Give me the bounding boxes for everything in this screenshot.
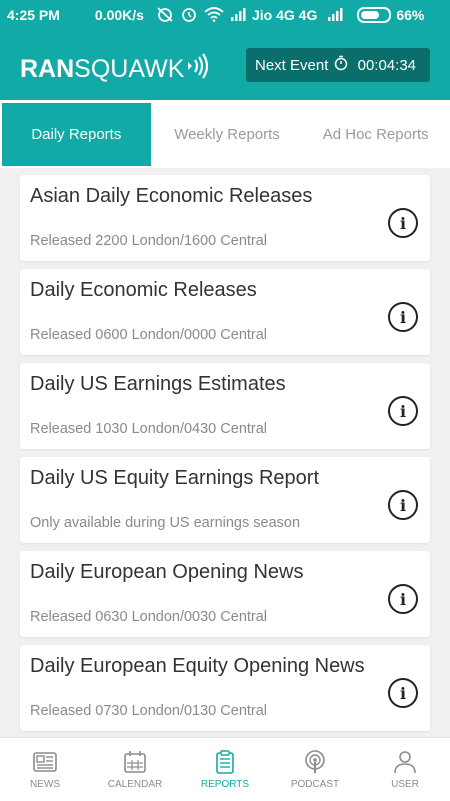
next-event-label: Next Event (255, 56, 329, 74)
stopwatch-icon (334, 55, 348, 75)
broadcast-icon (186, 52, 209, 87)
report-title: Asian Daily Economic Releases (30, 185, 313, 207)
event-countdown: 00:04:34 (357, 56, 416, 74)
status-time: 4:25 PM (7, 7, 60, 23)
nav-calendar-label: CALENDAR (107, 778, 163, 790)
nav-podcast[interactable]: PODCAST (270, 738, 360, 801)
alarm-icon (180, 6, 198, 25)
tab-ad-hoc-reports[interactable]: Ad Hoc Reports (301, 100, 450, 168)
battery-level: 66% (396, 7, 425, 23)
tab-daily-reports[interactable]: Daily Reports (2, 103, 151, 166)
next-event-button[interactable]: Next Event 00:04:34 (246, 48, 430, 82)
report-subtitle: Released 1030 London/0430 Central (30, 421, 268, 437)
report-card[interactable]: Daily US Equity Earnings Report Only ava… (20, 457, 430, 543)
report-title: Daily European Equity Opening News (30, 655, 365, 677)
network-speed: 0.00K/s (94, 7, 144, 23)
info-icon[interactable]: i (388, 584, 418, 614)
signal-icon-2 (327, 7, 345, 24)
report-subtitle: Only available during US earnings season (30, 515, 301, 531)
user-icon (394, 750, 416, 773)
report-subtitle: Released 0600 London/0000 Central (30, 327, 268, 343)
wifi-icon (204, 6, 224, 25)
nav-reports-label: REPORTS (200, 778, 250, 790)
nav-user[interactable]: USER (360, 738, 450, 801)
newspaper-icon (33, 751, 57, 772)
ransquawk-logo: RAN SQUAWK (20, 52, 209, 87)
info-icon[interactable]: i (388, 302, 418, 332)
calendar-icon (124, 750, 146, 773)
nav-user-label: USER (391, 778, 419, 790)
app-header: RAN SQUAWK Next Event 00:04:34 (0, 30, 450, 100)
carrier-name: Jio 4G 4G (251, 7, 318, 23)
signal-icon (230, 7, 248, 24)
info-icon[interactable]: i (388, 208, 418, 238)
report-title: Daily US Equity Earnings Report (30, 467, 320, 489)
info-icon[interactable]: i (388, 678, 418, 708)
report-card[interactable]: Daily European Equity Opening News Relea… (20, 645, 430, 731)
nav-reports[interactable]: REPORTS (180, 738, 270, 801)
report-subtitle: Released 2200 London/1600 Central (30, 233, 268, 249)
report-card[interactable]: Daily US Earnings Estimates Released 103… (20, 363, 430, 449)
nav-news[interactable]: NEWS (0, 738, 90, 801)
info-icon[interactable]: i (388, 490, 418, 520)
tab-weekly-reports[interactable]: Weekly Reports (153, 100, 302, 168)
battery-icon (357, 7, 392, 23)
report-title: Daily Economic Releases (30, 279, 257, 301)
nav-podcast-label: PODCAST (290, 778, 340, 790)
report-title: Daily European Opening News (30, 561, 304, 583)
podcast-icon (305, 749, 325, 773)
bottom-navigation: NEWS CALENDAR REPORTS PODCAST USER (0, 737, 450, 801)
report-card[interactable]: Daily European Opening News Released 063… (20, 551, 430, 637)
report-card[interactable]: Daily Economic Releases Released 0600 Lo… (20, 269, 430, 355)
nav-calendar[interactable]: CALENDAR (90, 738, 180, 801)
info-icon[interactable]: i (388, 396, 418, 426)
report-subtitle: Released 0630 London/0030 Central (30, 609, 268, 625)
report-card[interactable]: Asian Daily Economic Releases Released 2… (20, 175, 430, 261)
report-tabs: Daily Reports Weekly Reports Ad Hoc Repo… (0, 100, 450, 168)
report-list: Asian Daily Economic Releases Released 2… (20, 175, 430, 739)
report-title: Daily US Earnings Estimates (30, 373, 286, 395)
nav-news-label: NEWS (30, 778, 60, 790)
alarm-off-icon (156, 6, 174, 25)
report-subtitle: Released 0730 London/0130 Central (30, 703, 268, 719)
status-bar: 4:25 PM 0.00K/s Jio 4G 4G 66% (0, 0, 450, 30)
clipboard-icon (216, 749, 234, 774)
